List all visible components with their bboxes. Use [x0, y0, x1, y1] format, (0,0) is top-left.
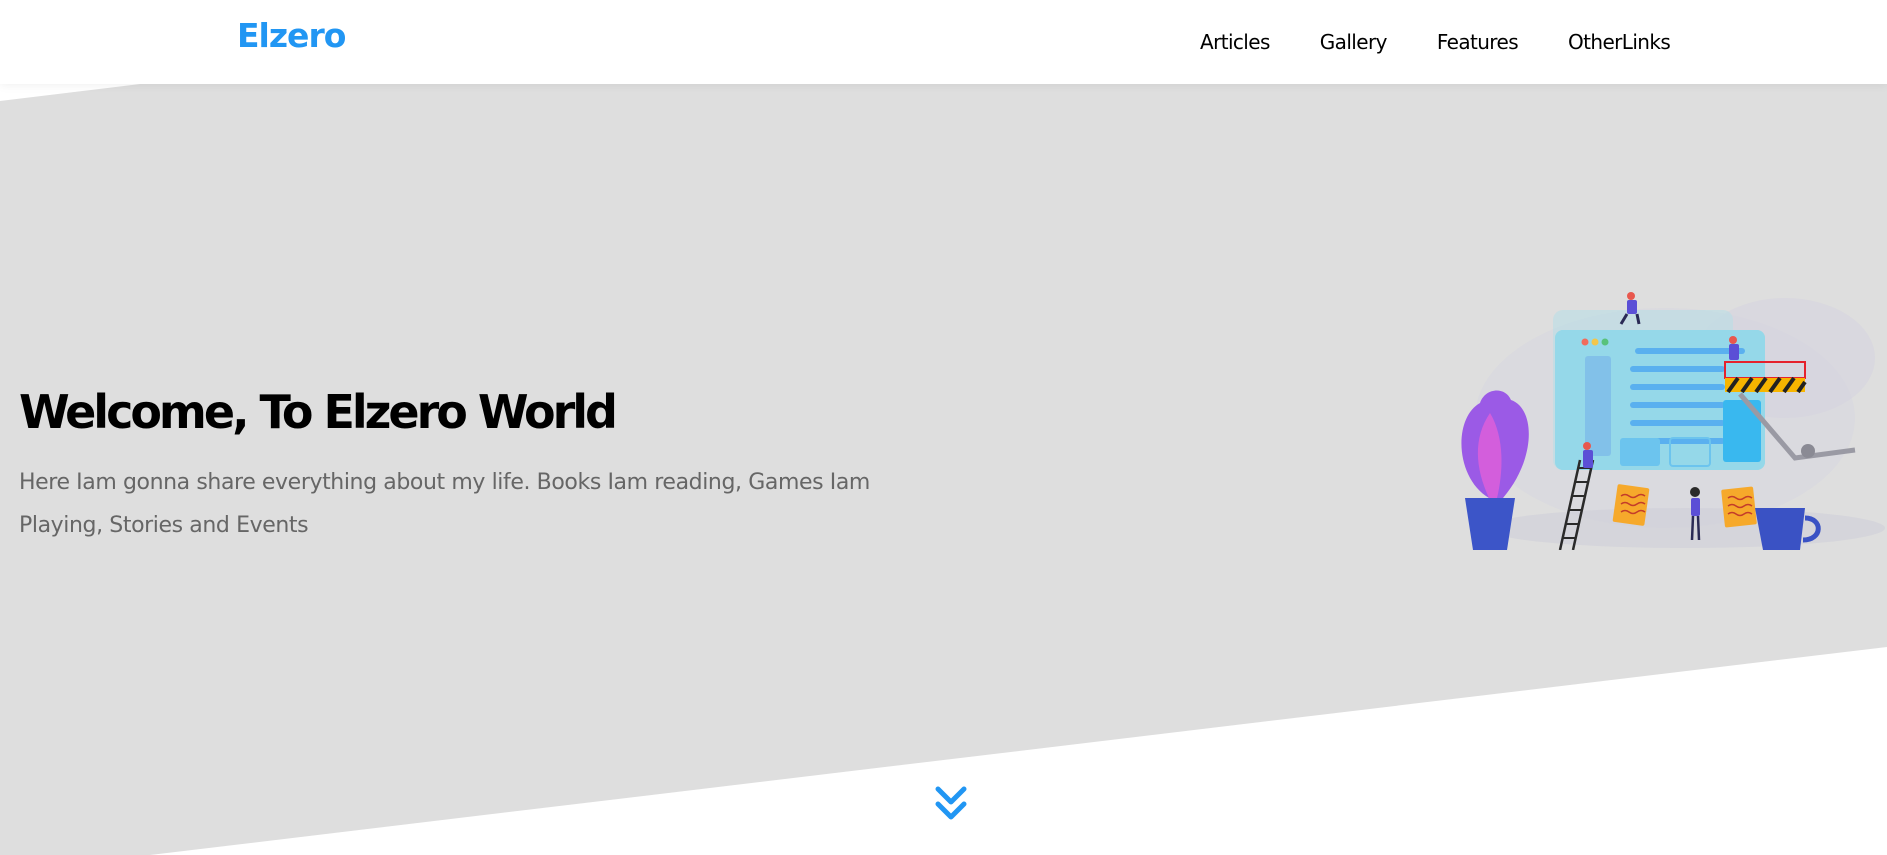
hero-description: Here Iam gonna share everything about my… — [19, 470, 870, 538]
nav-link-features[interactable]: Features — [1412, 30, 1543, 54]
logo[interactable]: Elzero — [237, 16, 346, 55]
hero-title: Welcome, To Elzero World — [19, 385, 618, 439]
main-nav: Articles Gallery Features OtherLinks — [1175, 0, 1695, 84]
nav-link-gallery[interactable]: Gallery — [1295, 30, 1412, 54]
site-header: Elzero Articles Gallery Features OtherLi… — [0, 0, 1887, 84]
hero-illustration — [1445, 288, 1885, 551]
nav-link-articles[interactable]: Articles — [1175, 30, 1295, 54]
hero-text: Welcome, To Elzero World Here Iam gonna … — [19, 385, 979, 547]
double-chevron-down-icon — [935, 786, 967, 820]
scroll-down-button[interactable] — [934, 784, 968, 824]
nav-link-otherlinks[interactable]: OtherLinks — [1543, 30, 1695, 54]
